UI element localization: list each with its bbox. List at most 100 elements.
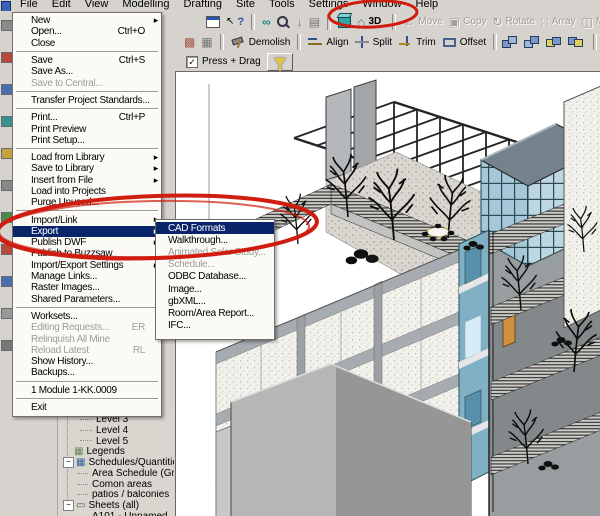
submenu-item-gbxml[interactable]: gbXML... (156, 295, 274, 307)
tree-item-legends[interactable]: ▦ Legends (58, 446, 174, 457)
icon-part (508, 35, 518, 44)
menu-item-export[interactable]: Export (13, 225, 161, 238)
mirror-button[interactable]: ◫Mirror (579, 15, 600, 29)
submenu-item-image[interactable]: Image... (156, 283, 274, 295)
cut-geometry-button[interactable] (545, 35, 567, 50)
submenu-item-walkthrough[interactable]: Walkthrough... (156, 234, 274, 246)
move-icon: ↔ (403, 14, 416, 29)
menu-item-purge-unused[interactable]: Purge Unused... (13, 197, 161, 208)
tree-item-a101[interactable]: A101 - Unnamed (58, 511, 174, 516)
align-button[interactable]: Align (305, 35, 351, 49)
menu-item-import-link[interactable]: Import/Link (13, 214, 161, 225)
tree-item-level-4[interactable]: Level 4 (58, 425, 174, 436)
menu-item-manage-links[interactable]: Manage Links... (13, 271, 161, 282)
uncut-geometry-button[interactable] (567, 35, 589, 50)
menu-item-publish-dwf[interactable]: Publish DWF (13, 237, 161, 248)
menu-item-reload-latest: Reload Latest RL (31, 344, 145, 356)
menu-item-print-setup[interactable]: Print Setup... (13, 135, 161, 146)
menu-item-close[interactable]: Close (13, 38, 161, 49)
project-browser-tree: Level 3 Level 4 Level 5 ▦ Legends − ▦ Sched… (57, 414, 174, 516)
file-menu: New Open...Ctrl+O Close SaveCtrl+S Save … (12, 12, 162, 417)
menu-item-save[interactable]: Save Ctrl+S (13, 55, 161, 66)
offset-icon (442, 36, 457, 48)
menu-item-recent-file-1[interactable]: 1 Module 1-KK.0009 (13, 385, 161, 396)
legend-icon: ▦ (74, 446, 84, 458)
toolbar-separator (493, 34, 498, 50)
arrow-down-icon: ↓ (296, 14, 303, 29)
zoom-dropdown-button[interactable]: ↓ (294, 15, 306, 29)
tree-item-schedules[interactable]: − ▦ Schedules/Quantitie (58, 457, 174, 468)
copy-button[interactable]: ▣ Copy (446, 15, 490, 29)
menubar-tools[interactable]: Tools (262, 0, 302, 11)
tree-item-sheets[interactable]: − ▭ Sheets (all) (58, 500, 174, 512)
menu-item-new[interactable]: New (13, 15, 161, 26)
menu-item-transfer-project-standards[interactable]: Transfer Project Standards... (13, 95, 161, 106)
sheet-icon: ▭ (76, 500, 86, 512)
press-drag-label: Press + Drag (202, 56, 261, 67)
toolbar-separator (392, 13, 397, 30)
icon-part (574, 38, 584, 47)
menu-item-exit[interactable]: Exit (13, 402, 161, 413)
submenu-item-schedule: Schedule... (168, 259, 215, 271)
array-button[interactable]: ∷ Array (538, 15, 579, 29)
unjoin-geometry-button[interactable] (523, 35, 545, 50)
menu-item-shared-parameters[interactable]: Shared Parameters... (13, 294, 161, 305)
menu-item-load-into-projects[interactable]: Load into Projects (13, 186, 161, 197)
submenu-item-odbc-database[interactable]: ODBC Database... (156, 271, 274, 283)
grid-button[interactable]: ▦ (198, 35, 215, 49)
zoom-button[interactable] (274, 15, 294, 28)
menubar-settings[interactable]: Settings (302, 0, 356, 11)
menubar-modelling[interactable]: Modelling (115, 0, 176, 11)
menu-item-import-export-settings[interactable]: Import/Export Settings (13, 260, 161, 271)
menu-item-open[interactable]: Open... Ctrl+O (13, 26, 161, 37)
collapse-icon[interactable]: − (63, 457, 74, 468)
array-icon: ∷ (540, 14, 549, 29)
menu-item-save-to-library[interactable]: Save to Library (13, 163, 161, 174)
menu-item-insert-from-file[interactable]: Insert from File (13, 175, 161, 186)
submenu-item-room-area-report[interactable]: Room/Area Report... (156, 307, 274, 319)
menubar-window[interactable]: Window (355, 0, 408, 11)
menu-item-raster-images[interactable]: Raster Images... (13, 282, 161, 293)
menu-item-save-as[interactable]: Save As... (13, 66, 161, 77)
tree-item-level-5[interactable]: Level 5 (58, 436, 174, 446)
context-help-button[interactable]: ↖? (223, 15, 247, 29)
dynamic-view-button[interactable]: ∞ (259, 15, 274, 29)
menubar-site[interactable]: Site (229, 0, 262, 11)
menu-item-backups[interactable]: Backups... (13, 367, 161, 378)
collapse-icon[interactable]: − (63, 500, 74, 512)
menubar-view[interactable]: View (78, 0, 116, 11)
menubar-help[interactable]: Help (409, 0, 446, 11)
menu-item-worksets[interactable]: Worksets... (13, 311, 161, 322)
outline-list-icon: ▤ (308, 14, 321, 29)
tree-item-patios-balconies[interactable]: patios / balconies (58, 490, 174, 500)
toolbar-separator (593, 34, 598, 50)
menubar-file[interactable]: File (13, 0, 45, 11)
menubar-edit[interactable]: Edit (45, 0, 78, 11)
filter-button[interactable] (266, 52, 293, 72)
offset-button[interactable]: Offset (439, 35, 490, 49)
menu-item-print[interactable]: Print... Ctrl+P (13, 112, 161, 123)
submenu-item-cad-formats[interactable]: CAD Formats (156, 222, 274, 235)
rotate-button[interactable]: ↻ Rotate (489, 15, 538, 29)
menu-item-load-from-library[interactable]: Load from Library (13, 152, 161, 163)
view-list-button[interactable]: ▤ (306, 15, 323, 29)
menu-item-publish-to-buzzsaw[interactable]: Publish to Buzzsaw (13, 248, 161, 259)
tree-item-area-schedule[interactable]: Area Schedule (Gro (58, 468, 174, 479)
join-geometry-button[interactable] (501, 35, 523, 50)
menu-item-show-history[interactable]: Show History... (13, 356, 161, 367)
default-3d-view-button[interactable]: ⌂ 3D (354, 15, 384, 29)
submenu-item-ifc[interactable]: IFC... (156, 320, 274, 332)
trim-button[interactable]: Trim (395, 35, 439, 49)
press-drag-checkbox[interactable]: ✓ (186, 55, 198, 68)
help-arrow-icon: ↖ (226, 16, 235, 27)
move-button[interactable]: ↔ Move (400, 15, 445, 29)
menubar-drafting[interactable]: Drafting (176, 0, 229, 11)
spectacles-icon: ∞ (262, 14, 271, 29)
tile-windows-button[interactable] (203, 15, 223, 29)
tree-item-comon-areas[interactable]: Comon areas (58, 479, 174, 490)
demolish-button[interactable]: Demolish (228, 35, 294, 50)
split-button[interactable]: Split (352, 35, 395, 49)
3d-box-button[interactable] (335, 15, 354, 29)
group-button[interactable]: ▩ (181, 35, 198, 49)
menu-item-print-preview[interactable]: Print Preview (13, 123, 161, 135)
